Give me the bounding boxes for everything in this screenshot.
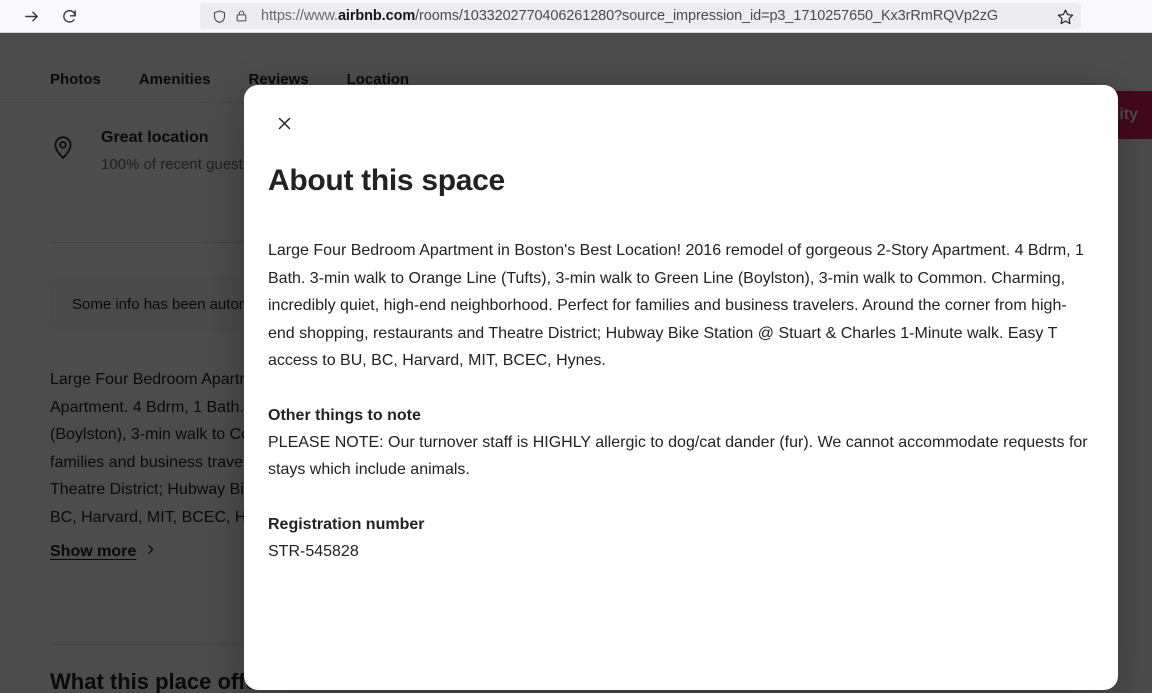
shield-icon[interactable]: [208, 9, 230, 24]
section-heading: Registration number: [268, 515, 425, 533]
browser-chrome: https://www.airbnb.com/rooms/10332027704…: [0, 0, 1152, 33]
forward-arrow-icon[interactable]: [14, 1, 48, 31]
url-path: /rooms/1033202770406261280?source_impres…: [415, 8, 999, 24]
section-heading: Other things to note: [268, 406, 421, 424]
section-body: PLEASE NOTE: Our turnover staff is HIGHL…: [268, 433, 1088, 479]
lock-icon[interactable]: [230, 9, 252, 23]
modal-title: About this space: [268, 164, 505, 197]
url-bar[interactable]: https://www.airbnb.com/rooms/10332027704…: [200, 3, 1081, 29]
page-content: Photos Amenities Reviews Location $308 n…: [0, 33, 1152, 693]
about-this-space-modal: About this space Large Four Bedroom Apar…: [244, 85, 1118, 690]
reload-icon[interactable]: [52, 1, 86, 31]
modal-body: About this space Large Four Bedroom Apar…: [268, 163, 1094, 690]
section-body: STR-545828: [268, 542, 359, 560]
url-domain: airbnb.com: [337, 8, 416, 24]
modal-section-other-things-to-note: Other things to note PLEASE NOTE: Our tu…: [268, 402, 1094, 484]
modal-main-description: Large Four Bedroom Apartment in Boston's…: [268, 242, 1084, 369]
url-scheme: https://www.: [261, 8, 338, 24]
star-outline-icon[interactable]: [1053, 5, 1077, 27]
modal-section-registration-number: Registration number STR-545828: [268, 511, 1094, 566]
url-text[interactable]: https://www.airbnb.com/rooms/10332027704…: [261, 3, 1081, 29]
close-x-icon[interactable]: [268, 107, 300, 139]
